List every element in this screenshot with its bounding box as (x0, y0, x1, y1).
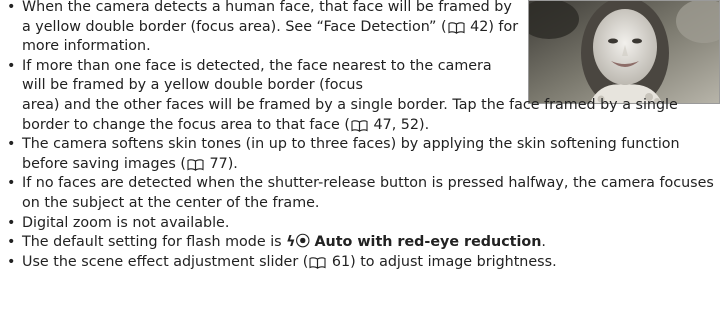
book-reference-icon (309, 257, 326, 269)
bullet-text: 47, 52). (368, 116, 430, 133)
feature-notes-list: When the camera detects a human face, th… (0, 0, 723, 272)
bullet-text: . (541, 234, 546, 251)
list-item: If more than one face is detected, the f… (0, 57, 723, 135)
book-reference-icon (448, 21, 465, 34)
list-item: Digital zoom is not available. (0, 214, 723, 234)
bullet-text: area) and the other faces will be framed… (22, 96, 678, 133)
bullet-text: If more than one face is detected, the f… (22, 57, 492, 94)
bullet-text: When the camera detects a human face, th… (22, 0, 512, 35)
bullet-text: Digital zoom is not available. (22, 214, 230, 231)
bullet-text: The default setting for flash mode is (22, 234, 287, 251)
bullet-text: Use the scene effect adjustment slider ( (22, 253, 309, 270)
flash-mode-label: Auto with red-eye reduction (314, 234, 542, 251)
list-item: Use the scene effect adjustment slider (… (0, 253, 723, 273)
bullet-text: The camera softens skin tones (in up to … (22, 136, 680, 172)
list-item: The default setting for flash mode is ϟ⦿… (0, 233, 723, 253)
list-item: When the camera detects a human face, th… (0, 0, 522, 57)
list-item: If no faces are detected when the shutte… (0, 174, 723, 213)
flash-red-eye-icon: ϟ⦿ (286, 234, 310, 251)
list-item: The camera softens skin tones (in up to … (0, 135, 723, 174)
manual-page: When the camera detects a human face, th… (0, 0, 723, 318)
book-reference-icon (187, 159, 204, 171)
bullet-text: 61) to adjust image brightness. (327, 253, 557, 270)
bullet-text: 77). (204, 155, 238, 172)
book-reference-icon (351, 119, 368, 132)
bullet-text: If no faces are detected when the shutte… (22, 175, 714, 211)
